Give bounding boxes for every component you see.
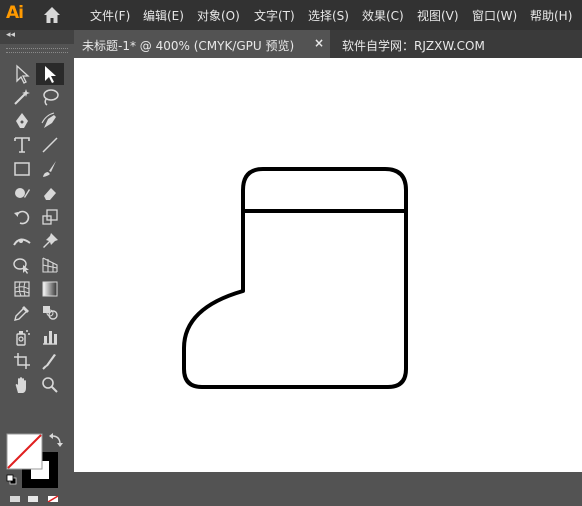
line-icon	[42, 137, 58, 153]
eyedropper-icon	[14, 306, 29, 321]
slice-tool[interactable]	[36, 350, 64, 372]
paintbrush-icon	[43, 161, 56, 177]
gradient-icon	[42, 281, 58, 297]
document-tab-active[interactable]: 未标题-1* @ 400% (CMYK/GPU 预览) ×	[74, 30, 330, 58]
menu-edit[interactable]: 编辑(E)	[143, 7, 184, 24]
artwork	[182, 167, 408, 389]
mesh-icon	[14, 281, 30, 297]
fill-swatch[interactable]	[6, 433, 43, 470]
artboard-canvas[interactable]	[74, 58, 582, 472]
selection-tool[interactable]	[8, 63, 36, 85]
rotate-tool[interactable]	[8, 206, 36, 228]
swap-fill-stroke-icon[interactable]	[49, 433, 63, 447]
magnifier-icon	[42, 377, 58, 393]
mesh-tool[interactable]	[8, 278, 36, 300]
paintbrush-tool[interactable]	[36, 158, 64, 180]
magic-wand-icon	[14, 89, 30, 105]
shaper-tool[interactable]	[8, 182, 36, 204]
blend-icon	[43, 306, 58, 320]
scale-icon	[42, 209, 58, 225]
color-mode-buttons[interactable]	[10, 495, 59, 503]
eraser-icon	[44, 188, 56, 200]
panel-grip[interactable]	[6, 48, 68, 53]
rectangle-tool[interactable]	[8, 158, 36, 180]
app-logo: Ai	[6, 3, 24, 23]
tools-panel-header: ◂◂	[0, 30, 74, 44]
zoom-tool[interactable]	[36, 374, 64, 396]
pen-tool[interactable]	[8, 110, 36, 132]
rotate-icon	[14, 210, 30, 225]
line-segment-tool[interactable]	[36, 134, 64, 156]
direct-selection-arrow-icon	[45, 66, 56, 83]
tools-panel: ◂◂	[0, 30, 74, 503]
shape-builder-icon	[13, 258, 29, 274]
eraser-tool[interactable]	[36, 182, 64, 204]
menu-window[interactable]: 窗口(W)	[472, 7, 517, 24]
menu-view[interactable]: 视图(V)	[417, 7, 459, 24]
type-t-icon	[14, 137, 30, 153]
artboard-icon	[14, 353, 30, 369]
default-fill-stroke-icon[interactable]	[6, 474, 17, 485]
perspective-grid-icon	[42, 257, 58, 273]
width-icon	[13, 238, 31, 246]
pen-icon	[16, 113, 28, 128]
hand-icon	[15, 377, 26, 393]
puppet-warp-tool[interactable]	[36, 230, 64, 252]
lasso-icon	[43, 89, 59, 106]
scale-tool[interactable]	[36, 206, 64, 228]
hand-tool[interactable]	[8, 374, 36, 396]
width-tool[interactable]	[8, 230, 36, 252]
perspective-grid-tool[interactable]	[36, 254, 64, 276]
selection-arrow-icon	[16, 64, 30, 84]
shaper-icon	[15, 188, 30, 198]
document-tab-label: 未标题-1* @ 400% (CMYK/GPU 预览)	[82, 39, 295, 53]
slice-knife-icon	[42, 354, 56, 370]
artboard-tool[interactable]	[8, 350, 36, 372]
menu-object[interactable]: 对象(O)	[197, 7, 240, 24]
collapse-icon[interactable]: ◂◂	[6, 30, 15, 40]
menu-help[interactable]: 帮助(H)	[530, 7, 572, 24]
blend-tool[interactable]	[36, 302, 64, 324]
rectangle-icon	[14, 162, 30, 176]
column-graph-tool[interactable]	[36, 326, 64, 348]
document-tab-bar: 未标题-1* @ 400% (CMYK/GPU 预览) × 软件自学网：RJZX…	[74, 30, 582, 58]
eyedropper-tool[interactable]	[8, 302, 36, 324]
menu-file[interactable]: 文件(F)	[90, 7, 130, 24]
curvature-tool[interactable]	[36, 110, 64, 132]
direct-selection-tool[interactable]	[36, 63, 64, 85]
gradient-tool[interactable]	[36, 278, 64, 300]
type-tool[interactable]	[8, 134, 36, 156]
sock-outline[interactable]	[182, 167, 408, 389]
fill-stroke-swatches	[4, 430, 70, 503]
menu-select[interactable]: 选择(S)	[308, 7, 349, 24]
curvature-pen-icon	[41, 112, 56, 128]
close-icon[interactable]: ×	[314, 36, 324, 50]
pushpin-icon	[43, 233, 58, 248]
menu-effect[interactable]: 效果(C)	[362, 7, 404, 24]
symbol-sprayer-tool[interactable]	[8, 326, 36, 348]
menu-type[interactable]: 文字(T)	[254, 7, 295, 24]
document-tab-secondary[interactable]: 软件自学网：RJZXW.COM	[342, 37, 485, 54]
shape-builder-tool[interactable]	[8, 254, 36, 276]
lasso-tool[interactable]	[36, 86, 64, 108]
home-icon[interactable]	[42, 5, 62, 25]
menu-bar: Ai 文件(F) 编辑(E) 对象(O) 文字(T) 选择(S) 效果(C) 视…	[0, 0, 582, 30]
spray-can-icon	[16, 330, 30, 346]
magic-wand-tool[interactable]	[8, 86, 36, 108]
bar-chart-icon	[43, 331, 57, 345]
